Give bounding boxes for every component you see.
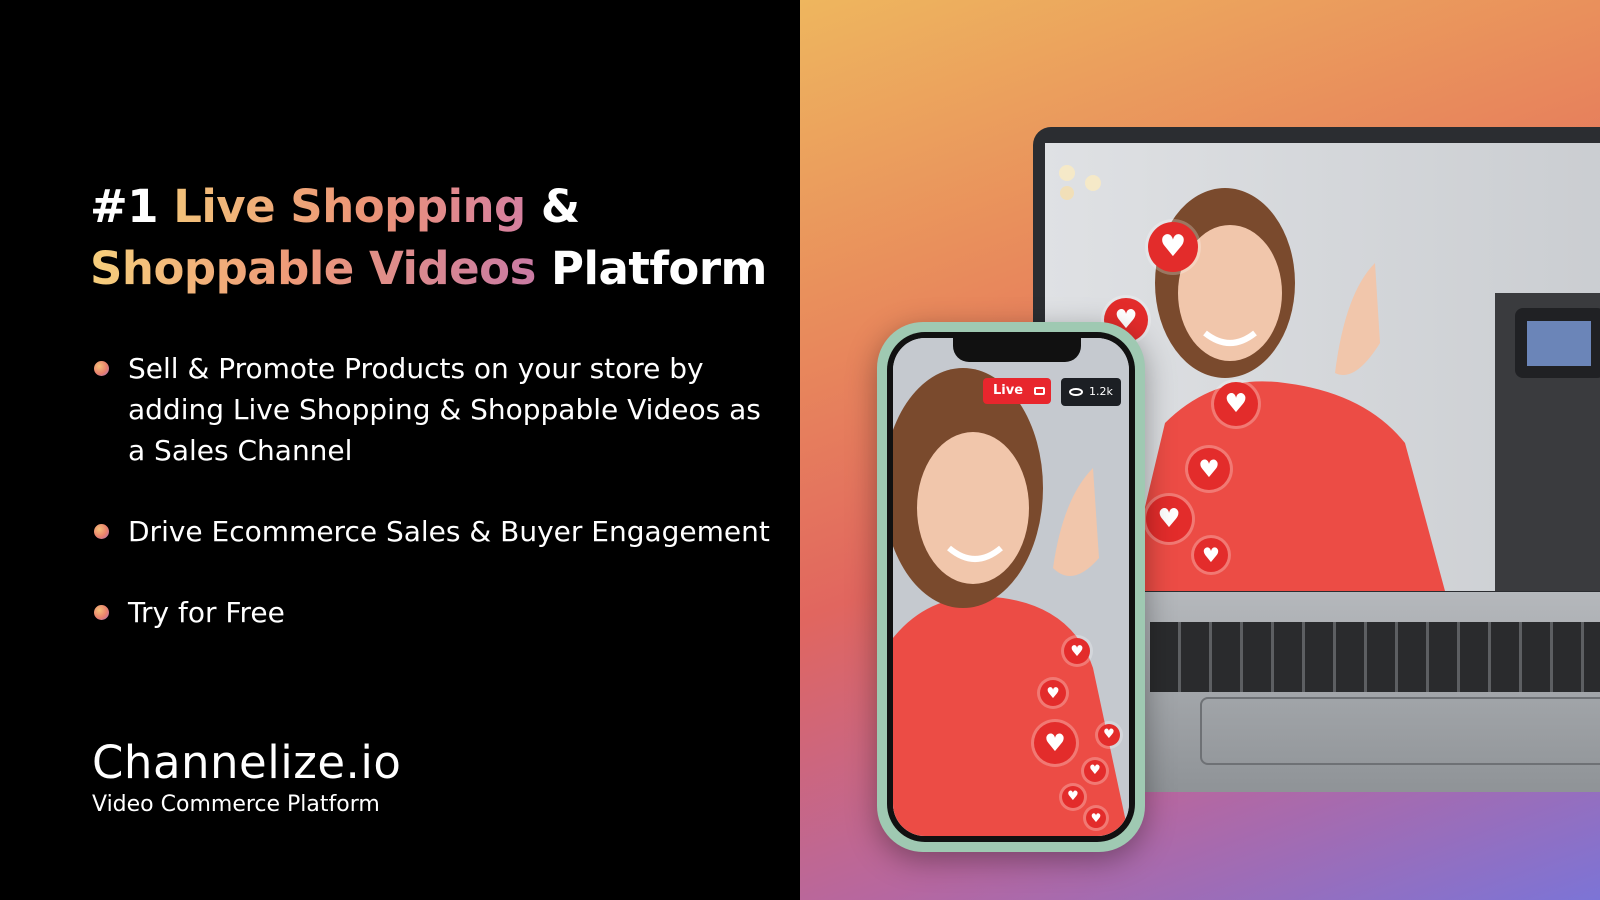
keyboard bbox=[1150, 622, 1600, 692]
feature-text[interactable]: Try for Free bbox=[128, 596, 285, 629]
laptop-keyboard-deck bbox=[1120, 592, 1600, 792]
heart-icon bbox=[1084, 760, 1106, 782]
headline-suffix: Platform bbox=[535, 242, 767, 295]
bullet-dot-icon bbox=[94, 605, 109, 620]
feature-item: Try for Free bbox=[94, 592, 774, 633]
feature-item: Drive Ecommerce Sales & Buyer Engagement bbox=[94, 511, 774, 552]
heart-icon bbox=[1146, 496, 1192, 542]
heart-icon bbox=[1148, 222, 1198, 272]
headline-highlight-1: Live Shopping bbox=[173, 180, 526, 233]
headline: #1 Live Shopping & Shoppable Videos Plat… bbox=[90, 176, 767, 300]
heart-icon bbox=[1062, 786, 1084, 808]
heart-icon bbox=[1188, 448, 1230, 490]
feature-item: Sell & Promote Products on your store by… bbox=[94, 348, 774, 471]
heart-icon bbox=[1098, 724, 1120, 746]
bullet-dot-icon bbox=[94, 524, 109, 539]
headline-prefix: #1 bbox=[90, 180, 174, 233]
heart-icon bbox=[1040, 680, 1066, 706]
live-badge: Live bbox=[983, 378, 1051, 404]
feature-text: Sell & Promote Products on your store by… bbox=[128, 352, 761, 467]
heart-icon bbox=[1214, 382, 1258, 426]
logo-tagline: Video Commerce Platform bbox=[92, 792, 380, 817]
viewer-count-badge: 1.2k bbox=[1061, 378, 1121, 406]
heart-icon bbox=[1064, 638, 1090, 664]
viewer-count: 1.2k bbox=[1089, 385, 1113, 398]
heart-icon bbox=[1194, 538, 1228, 572]
heart-icon bbox=[1034, 722, 1076, 764]
logo-wordmark: Channelize.io bbox=[92, 736, 402, 789]
video-camera-icon bbox=[1033, 386, 1045, 395]
live-label: Live bbox=[993, 383, 1024, 398]
trackpad bbox=[1200, 697, 1600, 765]
feature-list: Sell & Promote Products on your store by… bbox=[94, 348, 774, 673]
feature-text: Drive Ecommerce Sales & Buyer Engagement bbox=[128, 515, 770, 548]
heart-icon bbox=[1086, 808, 1106, 828]
headline-highlight-2: Shoppable Videos bbox=[90, 242, 536, 295]
text-panel: #1 Live Shopping & Shoppable Videos Plat… bbox=[0, 0, 800, 900]
brand-logo[interactable]: Channelize.io Video Commerce Platform bbox=[92, 736, 402, 818]
headline-ampersand: & bbox=[525, 180, 580, 233]
bullet-dot-icon bbox=[94, 361, 109, 376]
phone-notch bbox=[953, 338, 1081, 362]
promo-banner: #1 Live Shopping & Shoppable Videos Plat… bbox=[0, 0, 1600, 900]
eye-icon bbox=[1069, 388, 1083, 396]
